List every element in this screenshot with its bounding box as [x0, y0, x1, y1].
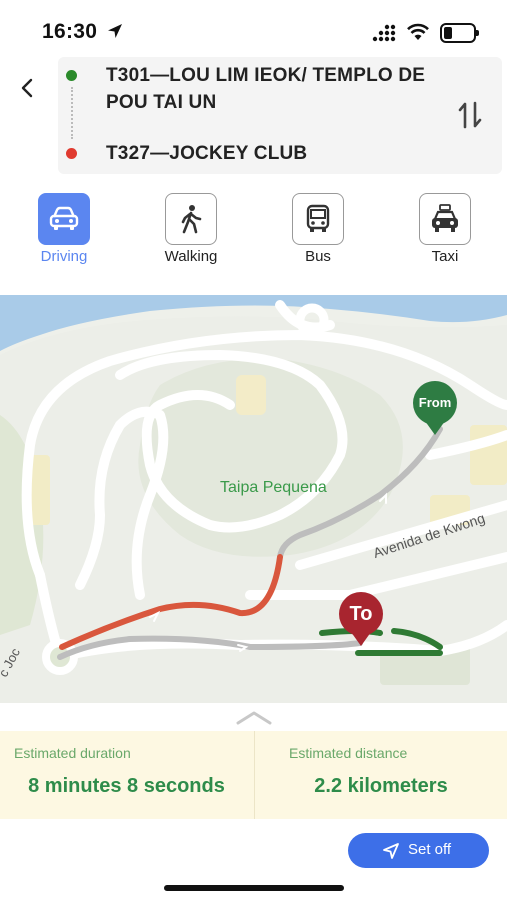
tab-taxi-label: Taxi [431, 248, 459, 265]
destination-stop[interactable]: T327—JOCKEY CLUB [106, 140, 446, 167]
duration-caption: Estimated duration [14, 745, 131, 761]
taxi-icon [419, 193, 471, 245]
transport-mode-tabs: Driving Walking Bus Taxi [0, 190, 507, 270]
home-indicator[interactable] [164, 885, 344, 891]
location-arrow-icon [108, 24, 122, 38]
origin-pin-label: From [413, 381, 457, 425]
tab-bus-label: Bus [305, 248, 331, 265]
car-icon [38, 193, 90, 245]
destination-pin[interactable]: To [339, 592, 383, 646]
duration-value: 8 minutes 8 seconds [28, 775, 225, 797]
tab-walking[interactable]: Walking [146, 190, 236, 265]
wifi-icon [407, 23, 429, 40]
status-bar: 16:30 [0, 0, 507, 58]
origin-stop[interactable]: T301—LOU LIM IEOK/ TEMPLO DE POU TAI UN [106, 62, 446, 116]
tab-bus[interactable]: Bus [273, 190, 363, 265]
tab-walking-label: Walking [164, 248, 218, 265]
battery-icon [440, 23, 479, 43]
tab-taxi[interactable]: Taxi [400, 190, 490, 265]
origin-dot [66, 70, 77, 81]
navigation-arrow-icon [383, 843, 399, 859]
swap-direction-icon[interactable] [456, 99, 484, 131]
route-selector: T301—LOU LIM IEOK/ TEMPLO DE POU TAI UN … [58, 57, 502, 174]
tab-driving[interactable]: Driving [19, 190, 109, 265]
duration-stat: Estimated duration 8 minutes 8 seconds [0, 731, 253, 819]
origin-pin[interactable]: From [413, 381, 457, 435]
map-place-label: Taipa Pequena [220, 479, 327, 496]
route-map[interactable]: Taipa Pequena Avenida de Kwong c Joc Fro… [0, 295, 507, 707]
back-chevron-icon[interactable] [14, 72, 42, 104]
walking-person-icon [165, 193, 217, 245]
tab-driving-label: Driving [40, 248, 88, 265]
set-off-button[interactable]: Set off [348, 833, 489, 868]
destination-pin-label: To [339, 592, 383, 636]
route-summary-sheet: Estimated duration 8 minutes 8 seconds E… [0, 703, 507, 900]
distance-value: 2.2 kilometers [314, 775, 448, 797]
set-off-label: Set off [408, 841, 452, 858]
destination-dot [66, 148, 77, 159]
bus-icon [292, 193, 344, 245]
status-time: 16:30 [42, 20, 98, 43]
route-connector [71, 87, 73, 139]
cellular-signal-icon [372, 24, 396, 42]
distance-caption: Estimated distance [289, 745, 408, 761]
expand-chevron-icon[interactable] [234, 707, 274, 727]
distance-stat: Estimated distance 2.2 kilometers [254, 731, 507, 819]
map-canvas [0, 295, 507, 707]
route-stats: Estimated duration 8 minutes 8 seconds E… [0, 731, 507, 819]
